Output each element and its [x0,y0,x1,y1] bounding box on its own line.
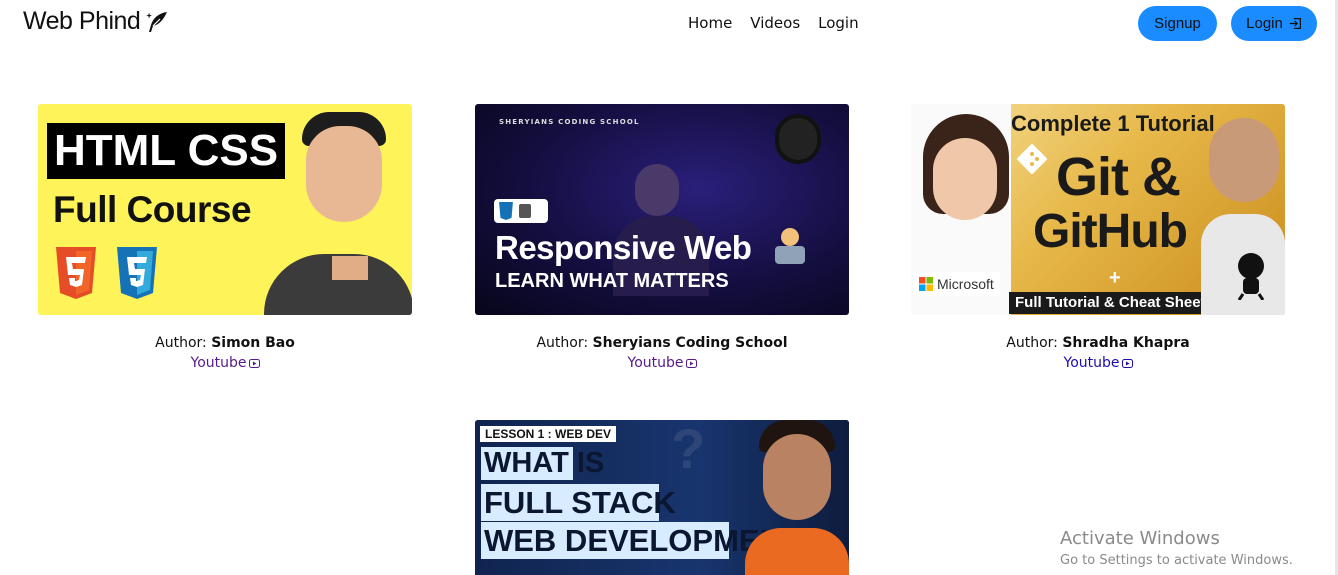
watermark-subtitle: Go to Settings to activate Windows. [1060,553,1293,568]
video-card: ? LESSON 1 : WEB DEV WHAT IS FULL STACK … [475,420,849,575]
author-label: Author: [1006,335,1058,351]
login-icon [1289,18,1301,29]
author-label: Author: [536,335,589,351]
microsoft-badge: Microsoft [913,272,1000,296]
video-thumbnail[interactable]: SHERYIANS CODING SCHOOL Responsive Web L… [475,104,849,315]
youtube-link-label: Youtube [1063,355,1120,371]
thumb-line1: WHAT IS [484,447,605,479]
video-card: Complete 1 Tutorial Git & GitHub + Full … [911,104,1285,371]
youtube-link-label: Youtube [190,355,247,371]
thumb-channel: SHERYIANS CODING SCHOOL [499,118,640,126]
author-name: Shradha Khapra [1062,335,1190,351]
video-thumbnail[interactable]: Complete 1 Tutorial Git & GitHub + Full … [911,104,1285,315]
thumb-title: Responsive Web [495,229,752,266]
signup-button[interactable]: Signup [1138,6,1217,41]
question-mark-decor: ? [671,420,706,480]
html5-logo-icon [56,247,96,299]
author-name: Simon Bao [211,335,295,351]
presenter-photo [745,420,849,575]
developer-emoji [773,228,807,264]
thumb-github-text: GitHub [1033,205,1188,258]
studio-light [775,114,821,164]
thumb-bottom-text: Full Tutorial & Cheat Sheet [1009,292,1212,314]
youtube-link-label: Youtube [627,355,684,371]
git-logo-icon [1017,144,1047,174]
video-card: HTML CSS Full Course Author: Simon Bao Y… [38,104,412,371]
author-line: Author: Simon Bao [38,335,412,351]
author-name: Sheryians Coding School [592,335,788,351]
microsoft-label: Microsoft [937,276,994,292]
nav-login[interactable]: Login [818,14,858,32]
youtube-link[interactable]: Youtube [628,355,697,371]
thumb-subtitle: LEARN WHAT MATTERS [495,270,729,292]
feather-icon [146,11,168,32]
microsoft-logo-icon [919,277,933,291]
watermark-title: Activate Windows [1060,528,1220,549]
signup-label: Signup [1154,15,1201,32]
login-label: Login [1246,15,1283,32]
video-card: SHERYIANS CODING SCHOOL Responsive Web L… [475,104,849,371]
framework-logo-icon [519,204,531,218]
css3-logo-icon [499,202,513,220]
youtube-link[interactable]: Youtube [191,355,260,371]
brand-name: Web Phind [23,7,141,35]
author-line: Author: Sheryians Coding School [475,335,849,351]
brand-logo[interactable]: Web Phind [23,7,169,36]
nav-home[interactable]: Home [688,14,732,32]
video-thumbnail[interactable]: HTML CSS Full Course [38,104,412,315]
thumb-subtitle: Full Course [53,189,252,230]
video-thumbnail[interactable]: ? LESSON 1 : WEB DEV WHAT IS FULL STACK … [475,420,849,575]
youtube-play-icon [1121,358,1133,368]
login-button[interactable]: Login [1231,6,1317,41]
thumb-line2: FULL STACK [484,485,676,520]
thumb-plus: + [1109,267,1121,289]
thumb-lesson-tag: LESSON 1 : WEB DEV [480,426,617,442]
youtube-play-icon [248,358,260,368]
author-line: Author: Shradha Khapra [911,335,1285,351]
css-badge [494,199,548,223]
thumb-git-text: Git & [1056,147,1181,207]
thumb-top-text: Complete 1 Tutorial [1011,111,1215,136]
youtube-link[interactable]: Youtube [1064,355,1133,371]
activate-windows-watermark: Activate Windows Go to Settings to activ… [1060,528,1293,568]
thumb-title: HTML CSS [53,126,279,175]
presenter-photo [254,104,412,315]
main-nav: Home Videos Login [688,14,859,32]
author-label: Author: [155,335,207,351]
navbar: Web Phind Home Videos Login Signup Login [0,0,1338,48]
nav-videos[interactable]: Videos [750,14,800,32]
youtube-play-icon [685,358,697,368]
octocat-icon [1237,253,1265,300]
css3-logo-icon [117,247,157,299]
